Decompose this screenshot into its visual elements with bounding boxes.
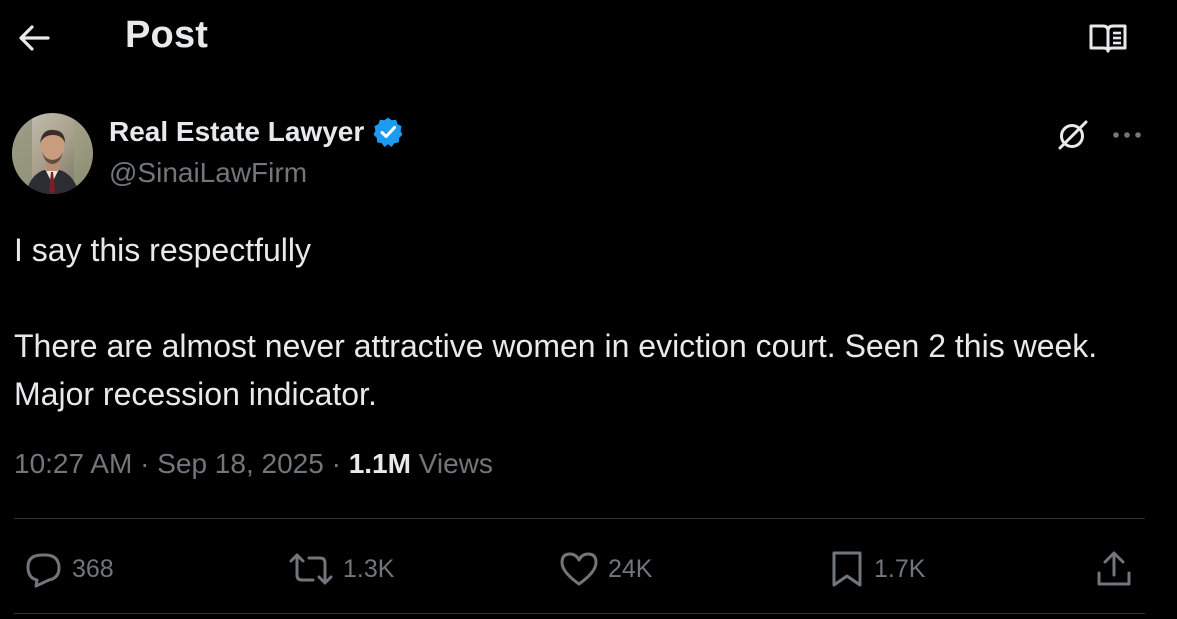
back-button[interactable]: [14, 18, 54, 58]
share-button[interactable]: [1095, 548, 1133, 590]
more-dots-icon: [1113, 132, 1141, 138]
meta-separator: ·: [331, 448, 341, 479]
meta-separator: ·: [140, 448, 150, 479]
reader-book-icon: [1089, 24, 1127, 53]
action-bar: 368 1.3K 24K 1.7K: [0, 540, 1177, 598]
page-title: Post: [125, 14, 209, 56]
post-time[interactable]: 10:27 AM: [14, 448, 132, 479]
views-label: Views: [418, 448, 493, 479]
share-icon: [1097, 551, 1131, 586]
divider: [14, 613, 1145, 614]
avatar-photo: [12, 113, 93, 194]
reader-mode-button[interactable]: [1088, 20, 1128, 56]
repost-button[interactable]: 1.3K: [287, 548, 394, 590]
post-date[interactable]: Sep 18, 2025: [157, 448, 324, 479]
author-handle[interactable]: @SinaiLawFirm: [109, 157, 307, 189]
heart-icon: [560, 552, 598, 586]
repost-count: 1.3K: [343, 554, 395, 583]
reply-count: 368: [72, 554, 114, 583]
arrow-left-icon: [19, 25, 50, 51]
author-name-row: Real Estate Lawyer: [109, 116, 404, 148]
like-button[interactable]: 24K: [558, 548, 652, 590]
post-meta: 10:27 AM · Sep 18, 2025 · 1.1M Views: [14, 448, 493, 480]
bookmark-button[interactable]: 1.7K: [828, 548, 925, 590]
post-detail-view: Post Real Estate Lawyer @SinaiLawFirm I …: [0, 0, 1177, 619]
reply-icon: [26, 553, 61, 588]
more-options-button[interactable]: [1107, 116, 1147, 154]
author-name[interactable]: Real Estate Lawyer: [109, 116, 364, 148]
grok-button[interactable]: [1054, 116, 1092, 154]
post-paragraph: I say this respectfully: [14, 232, 311, 268]
post-paragraph: There are almost never attractive women …: [14, 328, 1098, 412]
bookmark-icon: [832, 551, 862, 587]
divider: [14, 518, 1145, 519]
views-count: 1.1M: [348, 448, 411, 479]
like-count: 24K: [608, 554, 653, 583]
bookmark-count: 1.7K: [874, 554, 926, 583]
post-text: I say this respectfully There are almost…: [14, 226, 1144, 418]
reply-button[interactable]: 368: [22, 548, 114, 590]
grok-icon: [1058, 120, 1088, 150]
verified-badge-icon: [373, 117, 403, 147]
repost-icon: [289, 553, 333, 585]
avatar[interactable]: [12, 113, 93, 194]
